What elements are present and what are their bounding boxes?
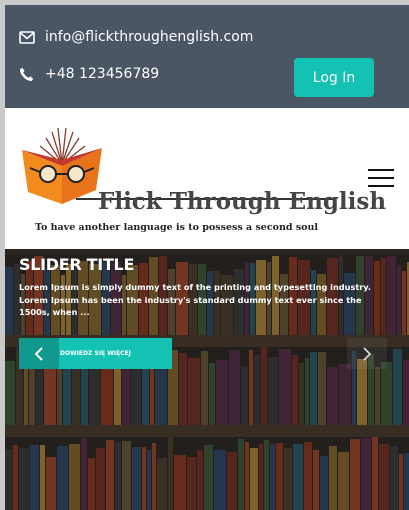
phone-text: +48 123456789	[45, 66, 160, 82]
envelope-icon	[19, 30, 45, 44]
page-frame: info@flickthroughenglish.com +48 1234567…	[5, 5, 409, 510]
slider-title: SLIDER TITLE	[19, 255, 135, 274]
chevron-right-icon[interactable]	[347, 338, 387, 369]
slider-description: Lorem Ipsum is simply dummy text of the …	[19, 282, 372, 317]
book-glasses-logo-icon	[22, 127, 102, 204]
email-text: info@flickthroughenglish.com	[45, 29, 254, 45]
hamburger-menu-icon[interactable]	[368, 169, 394, 189]
chevron-left-icon[interactable]	[19, 338, 59, 369]
brand-name: Flick Through English	[98, 188, 387, 215]
site-header: Flick Through English To have another la…	[5, 108, 409, 249]
phone-icon	[19, 67, 45, 82]
phone-link[interactable]: +48 123456789	[19, 66, 159, 82]
login-button[interactable]: Log In	[294, 58, 374, 97]
email-link[interactable]: info@flickthroughenglish.com	[19, 29, 253, 45]
contact-bar: info@flickthroughenglish.com +48 1234567…	[5, 5, 409, 108]
hero-slider: SLIDER TITLE Lorem Ipsum is simply dummy…	[5, 249, 409, 510]
brand-tagline: To have another language is to possess a…	[35, 222, 319, 233]
